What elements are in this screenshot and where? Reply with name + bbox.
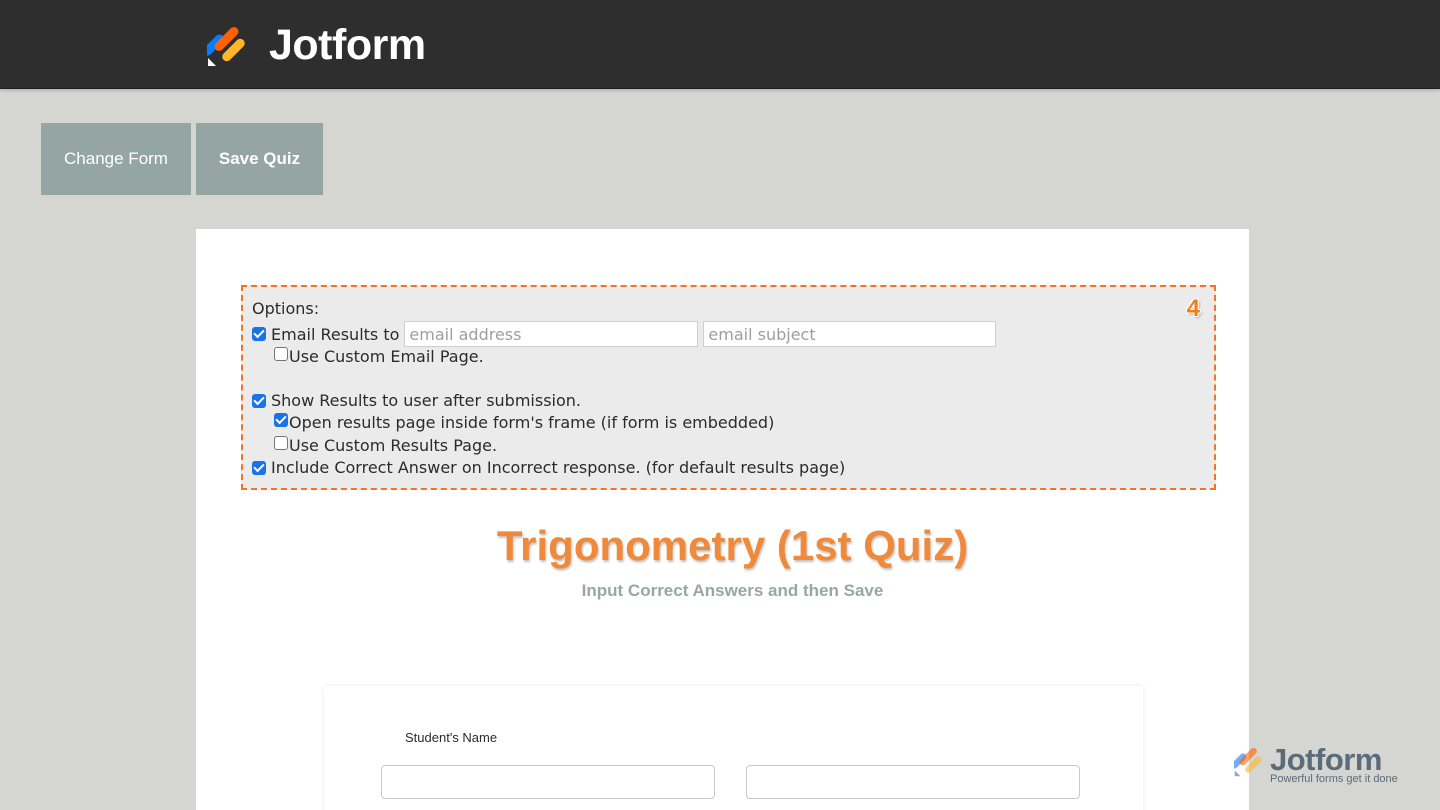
show-results-checkbox[interactable] xyxy=(252,393,266,408)
open-in-frame-checkbox[interactable] xyxy=(274,412,288,427)
email-address-input[interactable] xyxy=(404,321,699,347)
include-correct-row: Include Correct Answer on Incorrect resp… xyxy=(252,458,845,477)
student-name-label: Student's Name xyxy=(405,730,498,745)
email-results-row: Email Results to xyxy=(252,321,997,347)
watermark-name: Jotform xyxy=(1270,742,1382,777)
email-results-label: Email Results to xyxy=(271,324,400,344)
jotform-watermark-icon xyxy=(1234,747,1262,777)
brand-name: Jotform xyxy=(269,21,426,69)
show-results-label: Show Results to user after submission. xyxy=(271,391,581,410)
custom-results-label: Use Custom Results Page. xyxy=(289,436,498,455)
change-form-button[interactable]: Change Form xyxy=(41,123,191,195)
open-in-frame-row: Open results page inside form's frame (i… xyxy=(274,412,775,432)
save-quiz-button[interactable]: Save Quiz xyxy=(196,123,323,195)
options-heading-row: Options: xyxy=(252,299,319,318)
custom-results-checkbox[interactable] xyxy=(274,435,288,450)
custom-email-checkbox[interactable] xyxy=(274,346,288,361)
include-correct-label: Include Correct Answer on Incorrect resp… xyxy=(271,458,846,477)
email-subject-input[interactable] xyxy=(703,321,997,347)
step-badge: 4 xyxy=(1186,295,1200,322)
email-results-checkbox[interactable] xyxy=(252,327,266,341)
options-heading: Options: xyxy=(252,299,320,318)
first-name-input[interactable] xyxy=(381,765,715,799)
jotform-logo[interactable]: Jotform xyxy=(207,20,426,70)
custom-email-label: Use Custom Email Page. xyxy=(289,347,484,366)
top-bar: Jotform xyxy=(0,0,1440,89)
include-correct-checkbox[interactable] xyxy=(252,460,266,475)
show-results-row: Show Results to user after submission. xyxy=(252,391,581,410)
watermark-tagline: Powerful forms get it done xyxy=(1270,773,1398,785)
quiz-subtitle: Input Correct Answers and then Save xyxy=(581,581,884,600)
jotform-logo-icon xyxy=(207,27,245,66)
custom-email-row: Use Custom Email Page. xyxy=(274,346,484,366)
last-name-input[interactable] xyxy=(746,765,1080,799)
options-panel: Options: Email Results to Use Custom Ema… xyxy=(241,285,1216,490)
open-in-frame-label: Open results page inside form's frame (i… xyxy=(289,413,775,432)
quiz-title: Trigonometry (1st Quiz) xyxy=(496,522,969,569)
custom-results-row: Use Custom Results Page. xyxy=(274,435,498,455)
jotform-watermark: Jotform Powerful forms get it done xyxy=(1234,744,1398,785)
